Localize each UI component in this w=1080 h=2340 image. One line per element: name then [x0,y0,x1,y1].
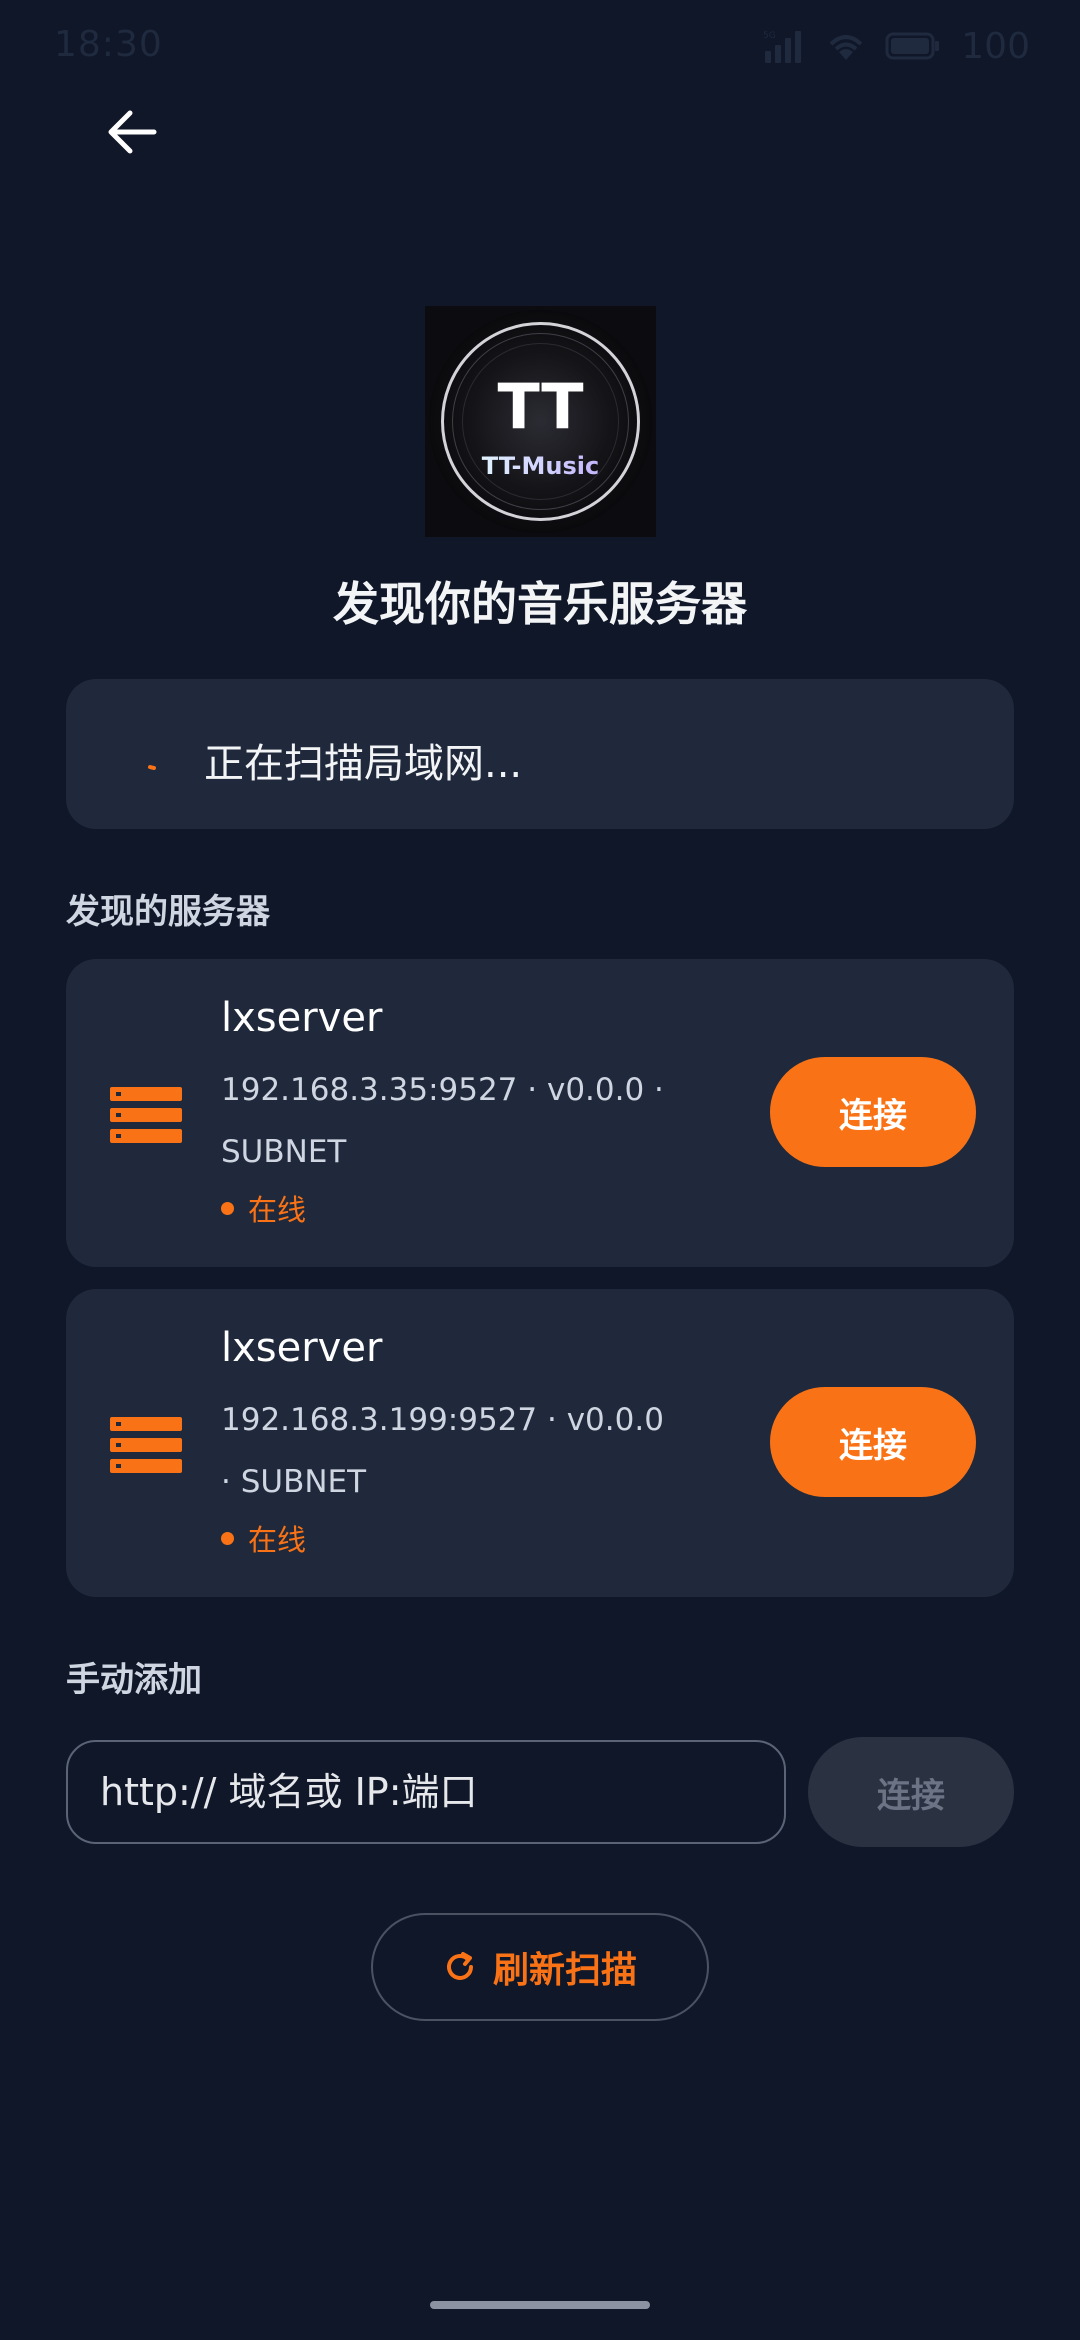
vinyl-logo-icon: TT TT-Music [425,306,656,537]
loading-spinner-icon [148,765,156,770]
server-discovery-screen: 18:30 5G 100 TT TT-Music 发现你的音乐服务器 正在扫描局… [0,0,1080,2340]
discovered-servers-label: 发现的服务器 [66,892,270,932]
connect-button[interactable]: 连接 [770,1057,976,1167]
status-bar: 18:30 5G 100 [0,0,1080,92]
server-status: 在线 [221,1517,306,1559]
online-dot-icon [221,1531,234,1545]
server-card: lxserver 192.168.3.35:9527 · v0.0.0 · SU… [66,959,1014,1267]
svg-text:TT: TT [497,370,583,443]
server-icon [110,1087,182,1143]
scanning-text: 正在扫描局域网... [204,741,523,787]
server-url-input[interactable] [66,1740,786,1844]
refresh-icon [447,1952,473,1980]
server-status: 在线 [221,1187,306,1229]
battery-icon [885,32,940,60]
status-time: 18:30 [54,24,163,65]
app-logo: TT TT-Music [425,306,656,537]
manual-add-label: 手动添加 [66,1660,202,1700]
server-name: lxserver [221,1325,383,1371]
online-dot-icon [221,1201,234,1215]
cellular-signal-icon: 5G [763,31,802,63]
home-indicator[interactable] [430,2301,650,2309]
status-icons: 5G 100 [763,25,1030,67]
server-address: 192.168.3.35:9527 · v0.0.0 · SUBNET [221,1072,664,1170]
wifi-icon [829,35,863,60]
scanning-status-card: 正在扫描局域网... [66,679,1014,829]
server-name: lxserver [221,995,383,1041]
connect-button[interactable]: 连接 [770,1387,976,1497]
back-button[interactable] [96,96,168,168]
refresh-scan-button[interactable]: 刷新扫描 [371,1913,709,2021]
refresh-label: 刷新扫描 [492,1950,637,1991]
manual-connect-button[interactable]: 连接 [808,1737,1014,1847]
battery-level: 100 [961,25,1030,67]
server-status-text: 在线 [248,1523,307,1557]
arrow-left-icon [108,110,157,154]
server-address: 192.168.3.199:9527 · v0.0.0 · SUBNET [221,1402,664,1500]
server-status-text: 在线 [248,1193,307,1227]
server-card: lxserver 192.168.3.199:9527 · v0.0.0 · S… [66,1289,1014,1597]
logo-text: TT-Music [482,452,599,480]
network-type-label: 5G [763,31,776,41]
server-icon [110,1417,182,1473]
page-title: 发现你的音乐服务器 [333,577,747,631]
